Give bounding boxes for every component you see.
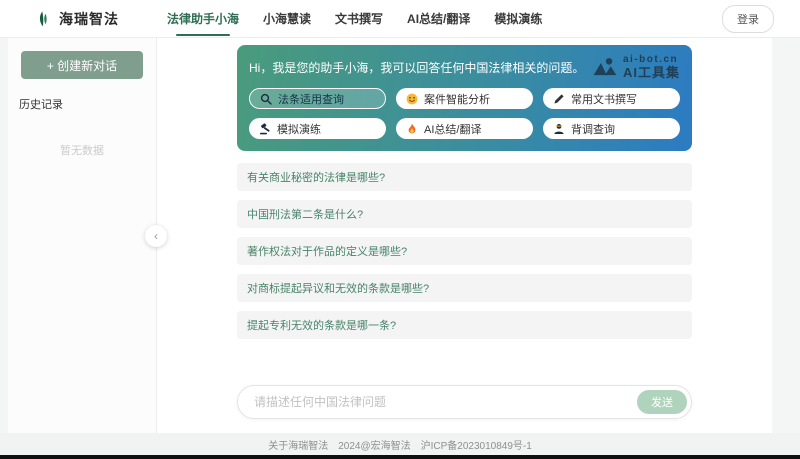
bottom-strip [0,455,800,459]
magnifier-icon [260,93,272,105]
workspace: + 创建新对话 历史记录 暂无数据 ‹ Hi，我是您的助手小海，我可以回答任何中… [0,38,800,433]
quick-action-background-check[interactable]: 背调查询 [543,118,680,139]
smiley-icon [406,93,418,105]
sidebar: + 创建新对话 历史记录 暂无数据 ‹ [8,38,157,433]
greeting-text: Hi，我是您的助手小海，我可以回答任何中国法律相关的问题。 [249,59,584,76]
footer: 关于海瑞智法 2024@宏海智法 沪ICP备2023010849号-1 [0,433,800,455]
suggested-questions: 有关商业秘密的法律是哪些? 中国刑法第二条是什么? 著作权法对于作品的定义是哪些… [237,163,692,348]
nav-item-mock-practice[interactable]: 模拟演练 [494,10,542,27]
header: 海瑞智法 法律助手小海 小海慧读 文书撰写 AI总结/翻译 模拟演练 登录 [0,0,800,38]
footer-about-link[interactable]: 关于海瑞智法 [268,437,328,452]
pencil-icon [553,93,565,105]
new-chat-button[interactable]: + 创建新对话 [21,51,143,79]
quick-actions: 法条适用查询 案件智能分析 常用文书撰写 [249,88,680,139]
watermark-line1: ai-bot.cn [623,55,680,66]
person-icon [553,123,565,135]
watermark-line2: AI工具集 [623,66,680,80]
suggested-question[interactable]: 有关商业秘密的法律是哪些? [237,163,692,191]
nav-item-reading[interactable]: 小海慧读 [263,10,311,27]
watermark: ai-bot.cn AI工具集 [592,55,680,79]
footer-copyright: 2024@宏海智法 [338,437,410,452]
nav-item-ai-summary[interactable]: AI总结/翻译 [407,10,470,27]
flame-icon [406,123,418,135]
quick-action-doc-writing[interactable]: 常用文书撰写 [543,88,680,109]
watermark-logo-icon [592,57,618,77]
history-empty-text: 暂无数据 [8,142,156,158]
history-label: 历史记录 [19,96,156,112]
main-nav: 法律助手小海 小海慧读 文书撰写 AI总结/翻译 模拟演练 [167,10,542,27]
footer-icp-link[interactable]: 沪ICP备2023010849号-1 [421,437,532,452]
quick-action-law-search[interactable]: 法条适用查询 [249,88,386,109]
main-panel: Hi，我是您的助手小海，我可以回答任何中国法律相关的问题。 ai-bot.cn … [157,38,772,433]
composer: 发送 [237,385,692,419]
nav-item-legal-assistant[interactable]: 法律助手小海 [167,10,239,27]
send-button[interactable]: 发送 [637,390,687,414]
quick-action-case-analysis[interactable]: 案件智能分析 [396,88,533,109]
suggested-question[interactable]: 对商标提起异议和无效的条款是哪些? [237,274,692,302]
suggested-question[interactable]: 著作权法对于作品的定义是哪些? [237,237,692,265]
message-input[interactable] [237,385,692,419]
brand: 海瑞智法 [34,7,119,31]
suggested-question[interactable]: 中国刑法第二条是什么? [237,200,692,228]
quick-action-mock-practice[interactable]: 模拟演练 [249,118,386,139]
brand-name: 海瑞智法 [59,9,119,29]
nav-item-doc-writing[interactable]: 文书撰写 [335,10,383,27]
welcome-banner: Hi，我是您的助手小海，我可以回答任何中国法律相关的问题。 ai-bot.cn … [237,45,692,151]
brand-leaf-icon [34,7,52,31]
suggested-question[interactable]: 提起专利无效的条款是哪一条? [237,311,692,339]
sidebar-collapse-button[interactable]: ‹ [145,225,167,247]
login-button[interactable]: 登录 [722,5,774,33]
gavel-icon [259,123,271,135]
quick-action-ai-summary[interactable]: AI总结/翻译 [396,118,533,139]
